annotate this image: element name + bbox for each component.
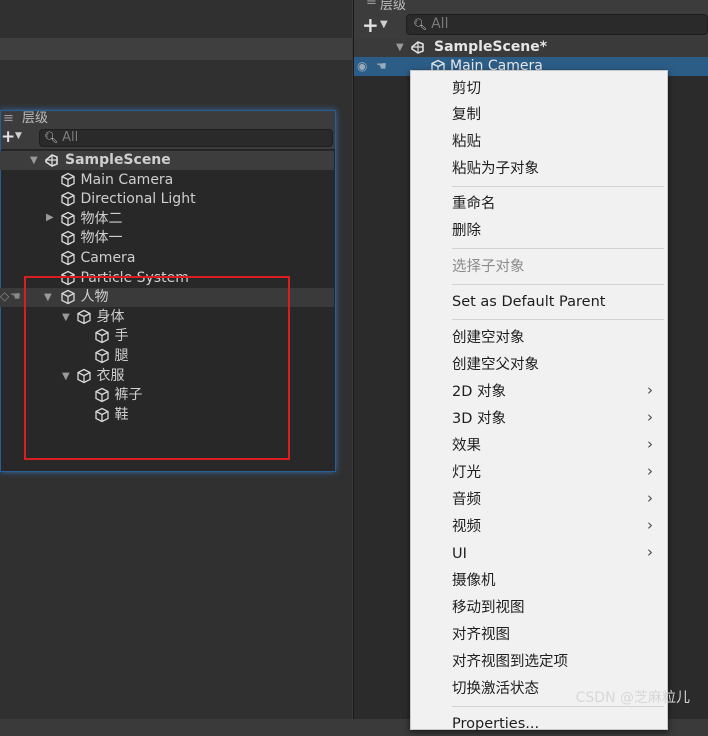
gameobject-cube-icon bbox=[61, 250, 75, 266]
menu-lines-icon: ≡ bbox=[366, 0, 377, 9]
tree-item[interactable]: Main Camera bbox=[60, 171, 173, 190]
tree-item-label: Main Camera bbox=[80, 172, 174, 188]
add-button[interactable]: + bbox=[362, 13, 379, 37]
tree-item[interactable]: Camera bbox=[60, 249, 135, 268]
menu-item-2d-object[interactable]: 2D 对象 bbox=[452, 380, 506, 404]
right-tab-bar[interactable]: ≡ 层级 bbox=[354, 0, 708, 13]
menu-item-paste-as-child[interactable]: 粘贴为子对象 bbox=[452, 157, 539, 181]
gameobject-cube-icon bbox=[61, 211, 75, 227]
menu-item-move-to-view[interactable]: 移动到视图 bbox=[452, 596, 525, 620]
menu-item-create-empty[interactable]: 创建空对象 bbox=[452, 326, 525, 350]
submenu-arrow-icon: › bbox=[647, 462, 653, 480]
menu-item-audio[interactable]: 音频 bbox=[452, 488, 481, 512]
unity-scene-icon bbox=[45, 154, 58, 167]
hierarchy-tab-label: 层级 bbox=[22, 111, 49, 126]
menu-lines-icon: ≡ bbox=[3, 111, 14, 126]
menu-item-align-view-to-selected[interactable]: 对齐视图到选定项 bbox=[452, 650, 568, 674]
tree-item-label: Directional Light bbox=[80, 191, 196, 207]
tree-item[interactable]: 物体二 bbox=[60, 210, 122, 229]
submenu-arrow-icon: › bbox=[647, 381, 653, 399]
add-button[interactable]: + bbox=[1, 127, 15, 147]
search-icon: 🔍︎ bbox=[413, 18, 427, 31]
gameobject-cube-icon bbox=[61, 172, 75, 188]
menu-item-create-empty-parent[interactable]: 创建空父对象 bbox=[452, 353, 539, 377]
submenu-arrow-icon: › bbox=[647, 516, 653, 534]
tree-item[interactable]: 物体一 bbox=[60, 229, 122, 248]
tree-item-label: 物体二 bbox=[80, 211, 123, 227]
menu-item-select-children: 选择子对象 bbox=[452, 259, 525, 275]
tree-item-label: 物体一 bbox=[80, 230, 123, 246]
add-dropdown-chevron-icon[interactable]: ▼ bbox=[380, 19, 388, 30]
submenu-arrow-icon: › bbox=[647, 543, 653, 561]
expand-arrow-icon[interactable]: ▼ bbox=[396, 38, 404, 57]
menu-item-properties[interactable]: Properties... bbox=[452, 712, 539, 736]
unity-scene-icon bbox=[411, 41, 424, 54]
tree-item-label: Camera bbox=[80, 250, 136, 266]
pickable-hand-icon[interactable]: ☚ bbox=[376, 57, 387, 76]
menu-item-align-with-view[interactable]: 对齐视图 bbox=[452, 623, 510, 647]
gameobject-cube-icon bbox=[61, 230, 75, 246]
menu-item-ui[interactable]: UI bbox=[452, 542, 467, 566]
menu-item-3d-object[interactable]: 3D 对象 bbox=[452, 407, 506, 431]
menu-item-effects[interactable]: 效果 bbox=[452, 434, 481, 458]
add-dropdown-chevron-icon[interactable]: ▼ bbox=[15, 131, 22, 141]
tree-item[interactable]: Directional Light bbox=[60, 190, 196, 209]
visibility-eye-icon[interactable]: ◇ bbox=[0, 289, 9, 303]
scene-name: SampleScene bbox=[65, 152, 171, 168]
scene-row[interactable]: ▼ SampleScene bbox=[0, 151, 334, 170]
hierarchy-tab[interactable]: ≡ 层级 bbox=[1, 111, 335, 127]
visibility-eye-icon[interactable]: ◉ bbox=[357, 57, 367, 76]
scene-name: SampleScene* bbox=[434, 39, 548, 55]
menu-item-toggle-active[interactable]: 切换激活状态 bbox=[452, 677, 539, 701]
pickable-hand-icon[interactable]: ☚ bbox=[10, 289, 21, 303]
menu-item-light[interactable]: 灯光 bbox=[452, 461, 481, 485]
submenu-arrow-icon: › bbox=[647, 489, 653, 507]
menu-separator bbox=[452, 186, 664, 187]
menu-separator bbox=[452, 319, 664, 320]
collapsed-arrow-icon[interactable]: ▶ bbox=[46, 212, 54, 223]
menu-item-camera[interactable]: 摄像机 bbox=[452, 569, 496, 593]
search-placeholder: All bbox=[431, 16, 449, 32]
left-panel-toolbar-strip bbox=[0, 38, 352, 60]
expand-arrow-icon[interactable]: ▼ bbox=[30, 151, 38, 170]
search-input[interactable]: 🔍︎ All bbox=[39, 129, 333, 147]
scene-row[interactable]: ▼ SampleScene* bbox=[354, 38, 708, 57]
menu-separator bbox=[452, 248, 664, 249]
watermark: CSDN @芝麻粒儿 bbox=[575, 690, 690, 706]
right-toolbar: + ▼ 🔍︎ All bbox=[354, 11, 708, 38]
menu-item-paste[interactable]: 粘贴 bbox=[452, 130, 481, 154]
menu-separator bbox=[452, 284, 664, 285]
menu-item-rename[interactable]: 重命名 bbox=[452, 192, 496, 216]
menu-item-cut[interactable]: 剪切 bbox=[452, 77, 481, 101]
red-highlight-box bbox=[24, 276, 290, 460]
menu-item-video[interactable]: 视频 bbox=[452, 515, 481, 539]
menu-item-set-default-parent[interactable]: Set as Default Parent bbox=[452, 290, 605, 314]
search-icon: 🔍︎ bbox=[44, 131, 58, 144]
menu-item-delete[interactable]: 删除 bbox=[452, 219, 481, 243]
hierarchy-toolbar: + ▼ 🔍︎ All bbox=[1, 127, 335, 150]
search-input[interactable]: 🔍︎ All bbox=[406, 14, 708, 35]
search-placeholder: All bbox=[62, 130, 79, 145]
menu-item-copy[interactable]: 复制 bbox=[452, 103, 481, 127]
submenu-arrow-icon: › bbox=[647, 408, 653, 426]
context-menu: 剪切 复制 粘贴 粘贴为子对象 重命名 删除 选择子对象 Set as Defa… bbox=[410, 70, 668, 732]
gameobject-cube-icon bbox=[61, 191, 75, 207]
submenu-arrow-icon: › bbox=[647, 435, 653, 453]
